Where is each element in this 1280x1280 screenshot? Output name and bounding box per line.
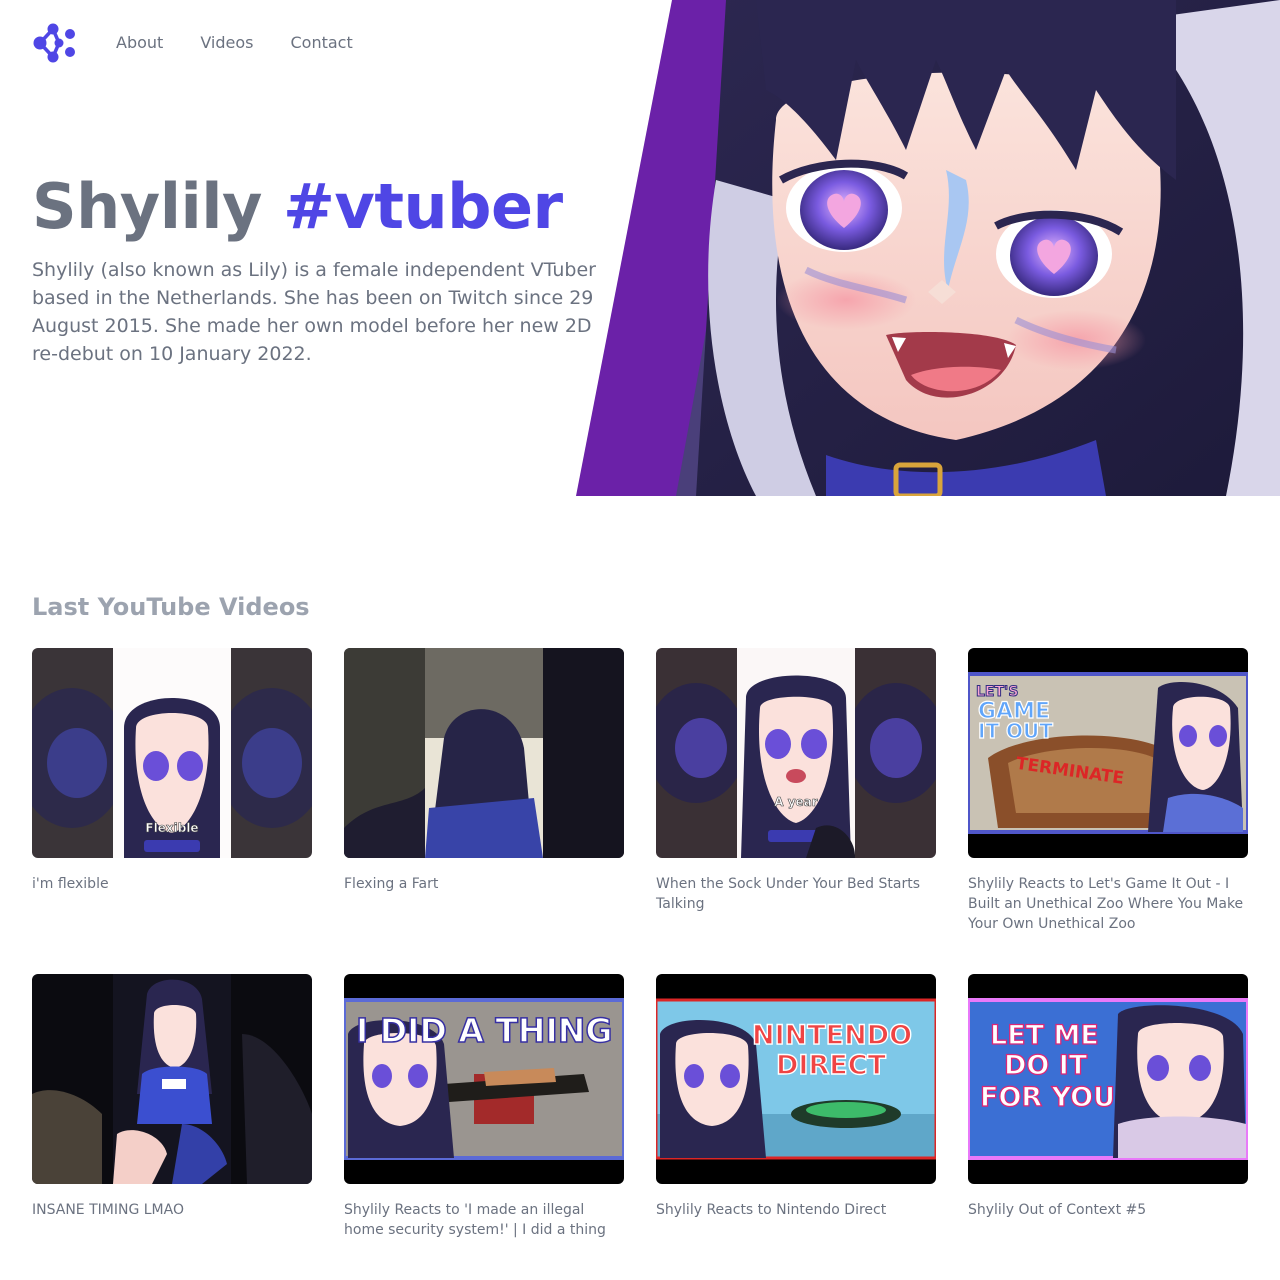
hero-character-art <box>576 0 1280 499</box>
thumb-caption: A year <box>774 795 818 809</box>
video-title[interactable]: When the Sock Under Your Bed Starts Talk… <box>656 874 936 914</box>
video-grid: Flexible i'm flexible Flexing a Fart A y… <box>32 648 1248 1280</box>
nav-link-about[interactable]: About <box>116 22 163 64</box>
video-card: NINTENDO DIRECT Shylily Reacts to Ninten… <box>656 974 936 1280</box>
thumb-caption-direct: DIRECT <box>776 1050 887 1081</box>
video-title[interactable]: i'm flexible <box>32 874 312 894</box>
hero-title: Shylily #vtuber <box>32 170 563 244</box>
top-nav: About Videos Contact <box>32 22 390 64</box>
video-card: Flexible i'm flexible <box>32 648 312 974</box>
thumb-caption: I DID A THING <box>356 1011 612 1050</box>
video-title[interactable]: Flexing a Fart <box>344 874 624 894</box>
thumb-caption-do-it: DO IT <box>1004 1050 1088 1081</box>
nav-links: About Videos Contact <box>116 22 390 64</box>
video-thumbnail[interactable]: NINTENDO DIRECT <box>656 974 936 1184</box>
video-card: A year When the Sock Under Your Bed Star… <box>656 648 936 974</box>
video-title[interactable]: Shylily Reacts to 'I made an illegal hom… <box>344 1200 624 1240</box>
thumb-caption-lets: LET'S <box>976 684 1018 700</box>
thumb-caption: Flexible <box>145 821 198 835</box>
thumb-caption-nintendo: NINTENDO <box>752 1020 912 1051</box>
nav-link-contact[interactable]: Contact <box>290 22 352 64</box>
video-thumbnail[interactable]: A year <box>656 648 936 858</box>
video-card: LET ME DO IT FOR YOU Shylily Out of Cont… <box>968 974 1248 1280</box>
thumb-caption-let-me: LET ME <box>990 1020 1099 1051</box>
hero-title-main: Shylily <box>32 170 262 243</box>
videos-section-title: Last YouTube Videos <box>32 593 310 621</box>
video-thumbnail[interactable]: LET'S GAME IT OUT TERMINATE <box>968 648 1248 858</box>
video-thumbnail[interactable]: I DID A THING <box>344 974 624 1184</box>
video-title[interactable]: Shylily Out of Context #5 <box>968 1200 1248 1220</box>
hero-description: Shylily (also known as Lily) is a female… <box>32 259 596 365</box>
video-thumbnail[interactable] <box>32 974 312 1184</box>
video-thumbnail[interactable]: LET ME DO IT FOR YOU <box>968 974 1248 1184</box>
thumb-caption-for-you: FOR YOU <box>980 1082 1115 1113</box>
video-card: Flexing a Fart <box>344 648 624 974</box>
video-title[interactable]: INSANE TIMING LMAO <box>32 1200 312 1220</box>
hero-title-accent: #vtuber <box>282 170 563 243</box>
video-title[interactable]: Shylily Reacts to Let's Game It Out - I … <box>968 874 1248 934</box>
video-card: I DID A THING Shylily Reacts to 'I made … <box>344 974 624 1280</box>
nav-link-videos[interactable]: Videos <box>200 22 253 64</box>
video-card: INSANE TIMING LMAO <box>32 974 312 1280</box>
thumb-caption-it-out: IT OUT <box>978 719 1053 743</box>
video-card: LET'S GAME IT OUT TERMINATE Shylily Reac… <box>968 648 1248 974</box>
molecule-logo-icon[interactable] <box>32 22 76 64</box>
video-thumbnail[interactable]: Flexible <box>32 648 312 858</box>
video-thumbnail[interactable] <box>344 648 624 858</box>
video-title[interactable]: Shylily Reacts to Nintendo Direct <box>656 1200 936 1220</box>
